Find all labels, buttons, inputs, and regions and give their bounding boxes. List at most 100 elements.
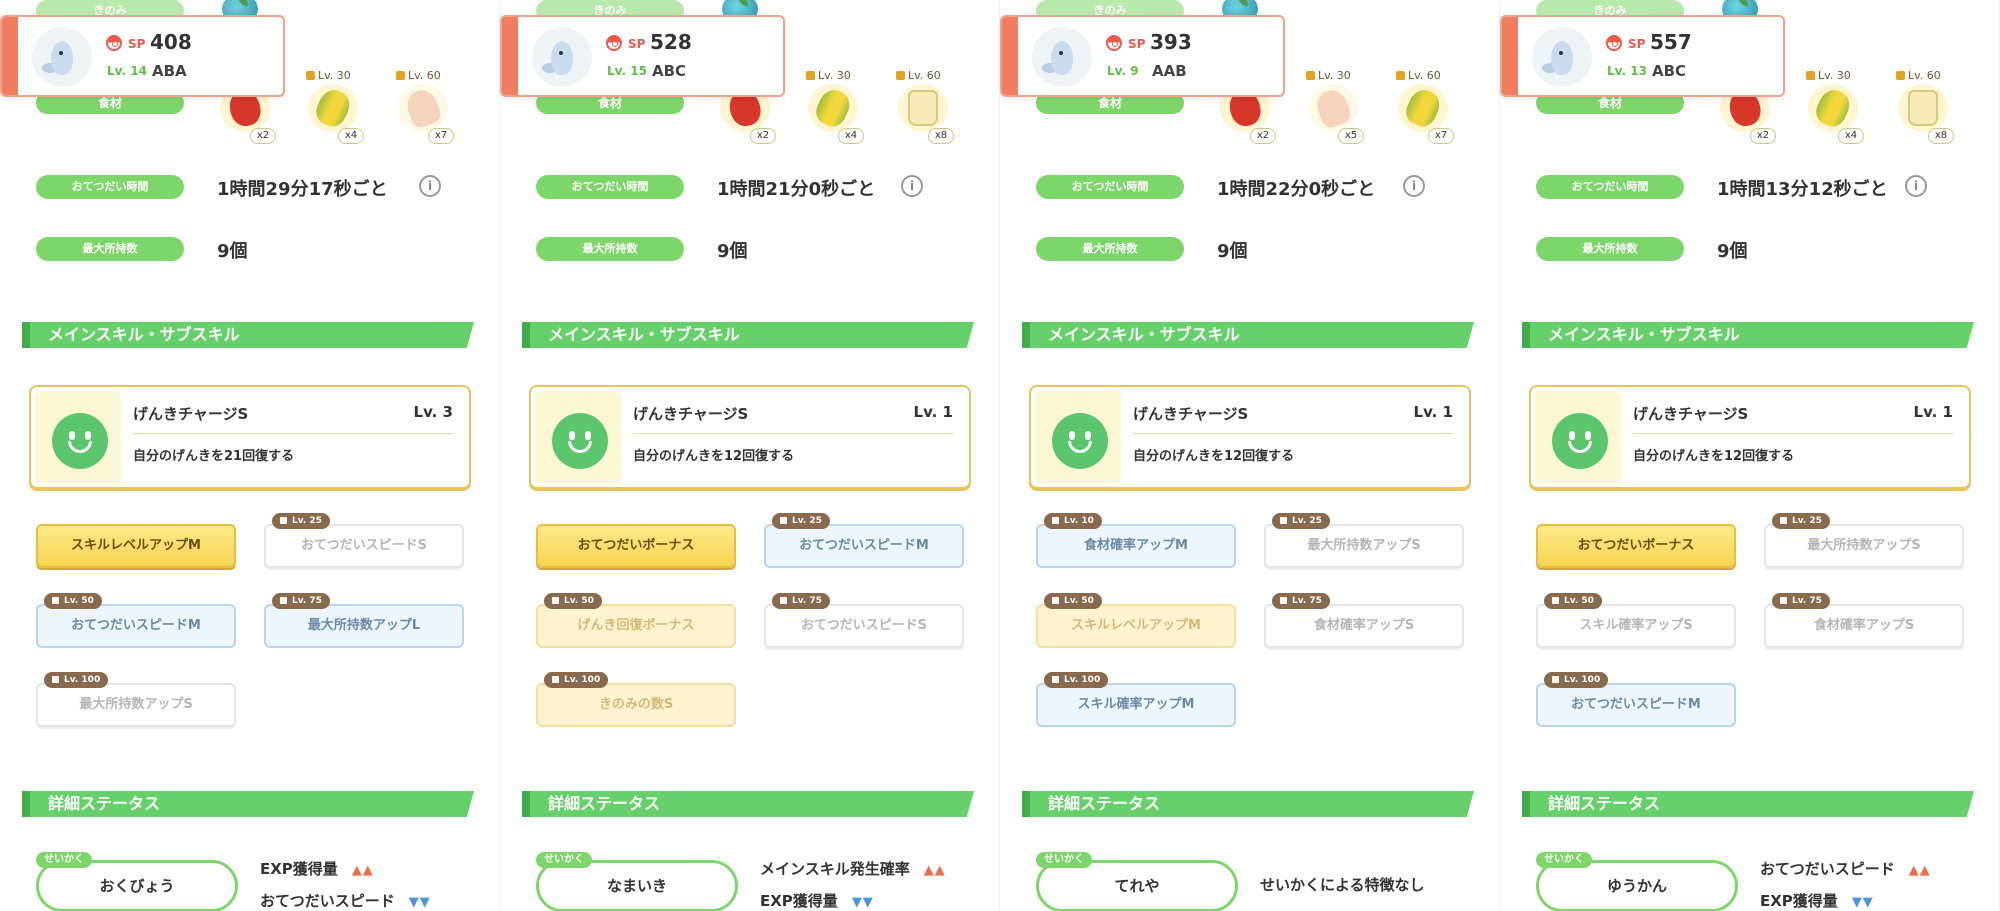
divider: [1633, 433, 1953, 434]
info-icon[interactable]: i: [1403, 175, 1425, 197]
ingredient-unlock-level: Lv. 30: [1306, 69, 1351, 82]
pokemon-panel: きのみ 食材 x2 Lv. 30 x4 Lv. 60 x8 SP 528 Lv. …: [500, 0, 1000, 911]
info-icon[interactable]: i: [1905, 175, 1927, 197]
sp-value: 393: [1150, 30, 1192, 54]
ingredient-unlock-level: Lv. 30: [306, 69, 351, 82]
ingredient-slot[interactable]: Lv. 60 x8: [1894, 69, 1954, 144]
skill-level: Lv. 1: [913, 403, 953, 421]
subskill-label: おてつだいスピードS: [300, 538, 428, 553]
section-title: 詳細ステータス: [1548, 794, 1661, 813]
down-arrows-icon: ▼▼: [851, 895, 874, 910]
ingredient-quantity: x8: [928, 128, 954, 144]
effect-label: EXP獲得量: [260, 860, 338, 878]
ingredient-quantity: x2: [250, 128, 276, 144]
subskill-chip[interactable]: Lv. 100 最大所持数アップS: [36, 672, 236, 727]
main-skill-card[interactable]: げんきチャージS Lv. 1 自分のげんきを12回復する: [1529, 385, 1971, 489]
nature-effect: EXP獲得量 ▼▼: [1760, 890, 1874, 911]
ingredient-slot[interactable]: Lv. 30 x4: [804, 69, 864, 144]
subskill-chip[interactable]: Lv. 100 おてつだいスピードM: [1536, 672, 1736, 727]
subskill-chip[interactable]: Lv. 25 最大所持数アップS: [1264, 513, 1464, 568]
pokemon-grade: ABC: [1652, 62, 1687, 80]
subskill-chip[interactable]: おてつだいボーナス: [1536, 524, 1736, 568]
subskill-chip[interactable]: Lv. 75 食材確率アップS: [1764, 593, 1964, 648]
ingredient-quantity: x5: [1338, 128, 1364, 144]
subskill-chip[interactable]: Lv. 25 おてつだいスピードS: [264, 513, 464, 568]
sp-label: SP: [128, 37, 146, 51]
skill-description: 自分のげんきを21回復する: [133, 449, 295, 464]
smile-icon: [552, 413, 608, 469]
info-icon[interactable]: i: [419, 175, 441, 197]
subskill-label: スキル確率アップM: [1077, 697, 1195, 712]
ingredient-slot[interactable]: Lv. 30 x4: [1804, 69, 1864, 144]
subskill-chip[interactable]: Lv. 50 げんき回復ボーナス: [536, 593, 736, 648]
subskill-label: げんき回復ボーナス: [577, 618, 695, 633]
subskill-label: 最大所持数アップS: [1807, 538, 1921, 553]
nature-value: てれや: [1114, 877, 1160, 895]
subskill-chip[interactable]: Lv. 75 食材確率アップS: [1264, 593, 1464, 648]
max-carry-value: 9個: [717, 241, 748, 262]
pokemon-header-card[interactable]: SP 557 Lv. 13 ABC: [1500, 15, 1785, 97]
jar-icon: [908, 90, 938, 126]
header-accent: [1502, 17, 1518, 95]
subskill-chip[interactable]: おてつだいボーナス: [536, 524, 736, 568]
subskill-chip[interactable]: スキルレベルアップM: [36, 524, 236, 568]
subskill-chip[interactable]: Lv. 50 スキル確率アップS: [1536, 593, 1736, 648]
skill-name: げんきチャージS: [1633, 405, 1749, 423]
effect-label: EXP獲得量: [1760, 892, 1838, 910]
help-time-label: おてつだい時間: [1036, 175, 1184, 199]
detail-section-header: 詳細ステータス: [1022, 791, 1474, 817]
unlock-level-badge: Lv. 100: [1544, 672, 1609, 688]
detail-section-header: 詳細ステータス: [522, 791, 974, 817]
info-icon[interactable]: i: [901, 175, 923, 197]
ingredient-slot[interactable]: Lv. 60 x8: [894, 69, 954, 144]
subskill-chip[interactable]: Lv. 10 食材確率アップM: [1036, 513, 1236, 568]
down-arrows-icon: ▼▼: [1851, 895, 1874, 910]
pokemon-grade: ABA: [152, 62, 187, 80]
pokemon-panel: きのみ 食材 x2 Lv. 30 x5 Lv. 60 x7 SP 393 Lv. …: [1000, 0, 1500, 911]
ingredient-unlock-level: Lv. 30: [1806, 69, 1851, 82]
max-carry-value: 9個: [1717, 241, 1748, 262]
ingredient-slot[interactable]: Lv. 30 x4: [304, 69, 364, 144]
main-skill-card[interactable]: げんきチャージS Lv. 1 自分のげんきを12回復する: [529, 385, 971, 489]
pokemon-header-card[interactable]: SP 393 Lv. 9 AAB: [1000, 15, 1285, 97]
subskill-chip[interactable]: Lv. 75 おてつだいスピードS: [764, 593, 964, 648]
pokemon-header-card[interactable]: SP 528 Lv. 15 ABC: [500, 15, 785, 97]
subskill-chip[interactable]: Lv. 75 最大所持数アップL: [264, 593, 464, 648]
max-carry-label: 最大所持数: [1036, 237, 1184, 261]
subskill-label: スキルレベルアップM: [1071, 618, 1201, 633]
skill-icon-backdrop: [535, 391, 621, 483]
unlock-level-badge: Lv. 25: [1772, 513, 1830, 529]
ingredient-slot[interactable]: Lv. 30 x5: [1304, 69, 1364, 144]
ingredient-slot[interactable]: Lv. 60 x7: [394, 69, 454, 144]
help-time-value: 1時間13分12秒ごと: [1717, 179, 1888, 200]
pokeball-icon: [1106, 35, 1122, 51]
subskill-chip[interactable]: Lv. 100 スキル確率アップM: [1036, 672, 1236, 727]
ingredient-unlock-level: Lv. 60: [1896, 69, 1941, 82]
help-time-value: 1時間22分0秒ごと: [1217, 179, 1376, 200]
skill-description: 自分のげんきを12回復する: [633, 449, 795, 464]
subskill-chip[interactable]: Lv. 100 きのみの数S: [536, 672, 736, 727]
pokemon-level: Lv. 13: [1607, 64, 1647, 78]
nature-value: なまいき: [606, 877, 667, 895]
divider: [133, 433, 453, 434]
nature-effect: メインスキル発生確率 ▲▲: [760, 858, 946, 879]
skill-icon-backdrop: [1535, 391, 1621, 483]
subskill-label: 食材確率アップS: [1313, 618, 1415, 633]
main-skill-card[interactable]: げんきチャージS Lv. 1 自分のげんきを12回復する: [1029, 385, 1471, 489]
unlock-level-badge: Lv. 75: [1772, 593, 1830, 609]
nature-effect: せいかくによる特徴なし: [1260, 874, 1425, 895]
pokemon-header-card[interactable]: SP 408 Lv. 14 ABA: [0, 15, 285, 97]
sp-value: 408: [150, 30, 192, 54]
subskill-chip[interactable]: Lv. 25 おてつだいスピードM: [764, 513, 964, 568]
sp-label: SP: [628, 37, 646, 51]
sp-value: 528: [650, 30, 692, 54]
ingredient-unlock-level: Lv. 60: [396, 69, 441, 82]
subskill-chip[interactable]: Lv. 50 スキルレベルアップM: [1036, 593, 1236, 648]
subskill-chip[interactable]: Lv. 50 おてつだいスピードM: [36, 593, 236, 648]
ingredient-slot[interactable]: Lv. 60 x7: [1394, 69, 1454, 144]
main-skill-card[interactable]: げんきチャージS Lv. 3 自分のげんきを21回復する: [29, 385, 471, 489]
effect-label: おてつだいスピード: [1760, 860, 1895, 878]
skill-description: 自分のげんきを12回復する: [1133, 449, 1295, 464]
subskill-label: おてつだいスピードM: [71, 618, 201, 633]
subskill-chip[interactable]: Lv. 25 最大所持数アップS: [1764, 513, 1964, 568]
